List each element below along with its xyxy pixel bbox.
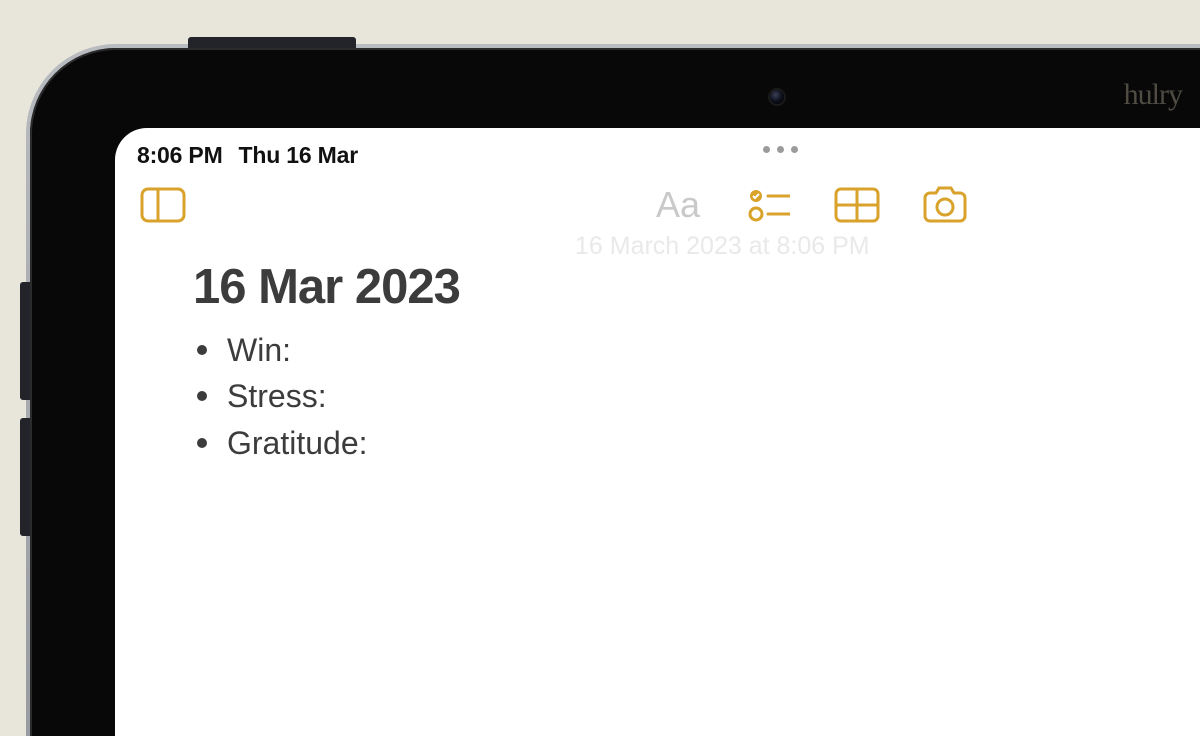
notes-app-screen: 8:06 PM Thu 16 Mar Aa <box>115 128 1200 736</box>
checklist-button[interactable] <box>739 182 799 228</box>
list-item: Stress: <box>227 373 1200 419</box>
share-button[interactable] <box>1189 182 1200 228</box>
notes-toolbar: Aa <box>115 173 1200 239</box>
status-time: 8:06 PM <box>137 142 223 169</box>
insert-camera-button[interactable] <box>915 182 975 228</box>
text-format-button[interactable]: Aa <box>651 182 711 228</box>
ipad-front-camera <box>770 90 784 104</box>
ipad-top-power-button <box>188 37 356 48</box>
camera-icon <box>921 186 969 224</box>
insert-table-button[interactable] <box>827 182 887 228</box>
list-item: Win: <box>227 327 1200 373</box>
status-date: Thu 16 Mar <box>239 142 358 169</box>
note-bullet-list: Win: Stress: Gratitude: <box>193 327 1200 466</box>
sidebar-icon <box>140 187 186 223</box>
table-icon <box>834 187 880 223</box>
note-title: 16 Mar 2023 <box>193 259 1200 315</box>
text-format-icon: Aa <box>656 185 706 225</box>
checklist-icon <box>748 188 790 222</box>
ipad-volume-up-button <box>20 282 30 400</box>
multitasking-dots-icon[interactable] <box>763 146 798 153</box>
ipad-volume-down-button <box>20 418 30 536</box>
ipad-device-frame: 8:06 PM Thu 16 Mar Aa <box>30 48 1200 736</box>
toggle-sidebar-button[interactable] <box>133 182 193 228</box>
status-bar: 8:06 PM Thu 16 Mar <box>115 128 1200 173</box>
list-item: Gratitude: <box>227 420 1200 466</box>
note-body[interactable]: 16 Mar 2023 Win: Stress: Gratitude: <box>115 239 1200 466</box>
svg-text:Aa: Aa <box>656 185 701 225</box>
